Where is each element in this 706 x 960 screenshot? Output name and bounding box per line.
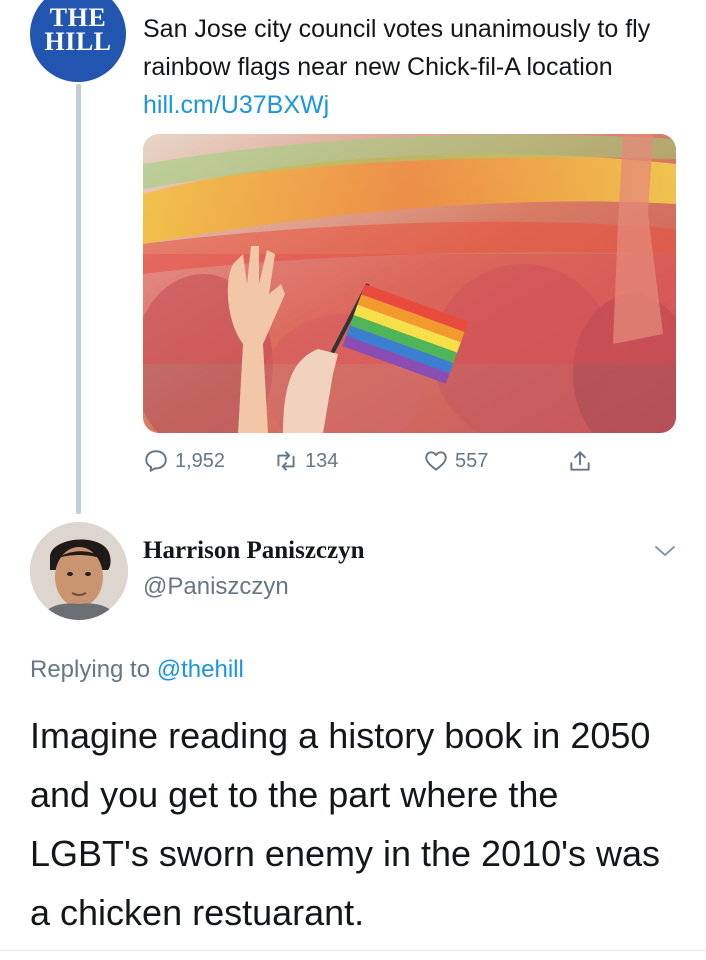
user-handle[interactable]: @Paniszczyn (143, 573, 289, 601)
tweet-media-image[interactable] (143, 134, 676, 433)
chevron-down-icon[interactable] (652, 542, 678, 560)
like-count: 557 (455, 449, 489, 472)
display-name[interactable]: Harrison Paniszczyn (143, 537, 365, 565)
replying-to-handle[interactable]: @thehill (157, 656, 244, 683)
top-tweet-text: San Jose city council votes unanimously … (143, 10, 683, 124)
divider (0, 950, 706, 951)
tweet-action-bar: 1,952 134 557 (143, 448, 676, 484)
pride-photo (143, 134, 676, 433)
the-hill-avatar[interactable]: THE HILL (30, 0, 126, 82)
logo-line-2: HILL (44, 27, 112, 56)
share-action[interactable] (567, 448, 599, 474)
reply-action[interactable]: 1,952 (143, 448, 225, 474)
retweet-icon (277, 451, 295, 471)
replying-prefix: Replying to (30, 656, 151, 683)
retweet-count: 134 (305, 449, 339, 472)
top-tweet-body: San Jose city council votes unanimously … (143, 15, 651, 81)
tweet-link[interactable]: hill.cm/U37BXWj (143, 91, 329, 119)
avatar[interactable] (30, 522, 128, 620)
user-photo (30, 522, 128, 620)
reply-tweet-text: Imagine reading a history book in 2050 a… (30, 715, 661, 933)
like-action[interactable]: 557 (423, 448, 488, 474)
replying-to-line: Replying to @thehill (30, 656, 244, 684)
heart-icon (425, 451, 447, 471)
retweet-action[interactable]: 134 (273, 448, 338, 474)
reply-count: 1,952 (175, 449, 226, 472)
share-icon (570, 451, 590, 471)
thread-connector-line (76, 84, 81, 514)
reply-icon (145, 450, 167, 472)
